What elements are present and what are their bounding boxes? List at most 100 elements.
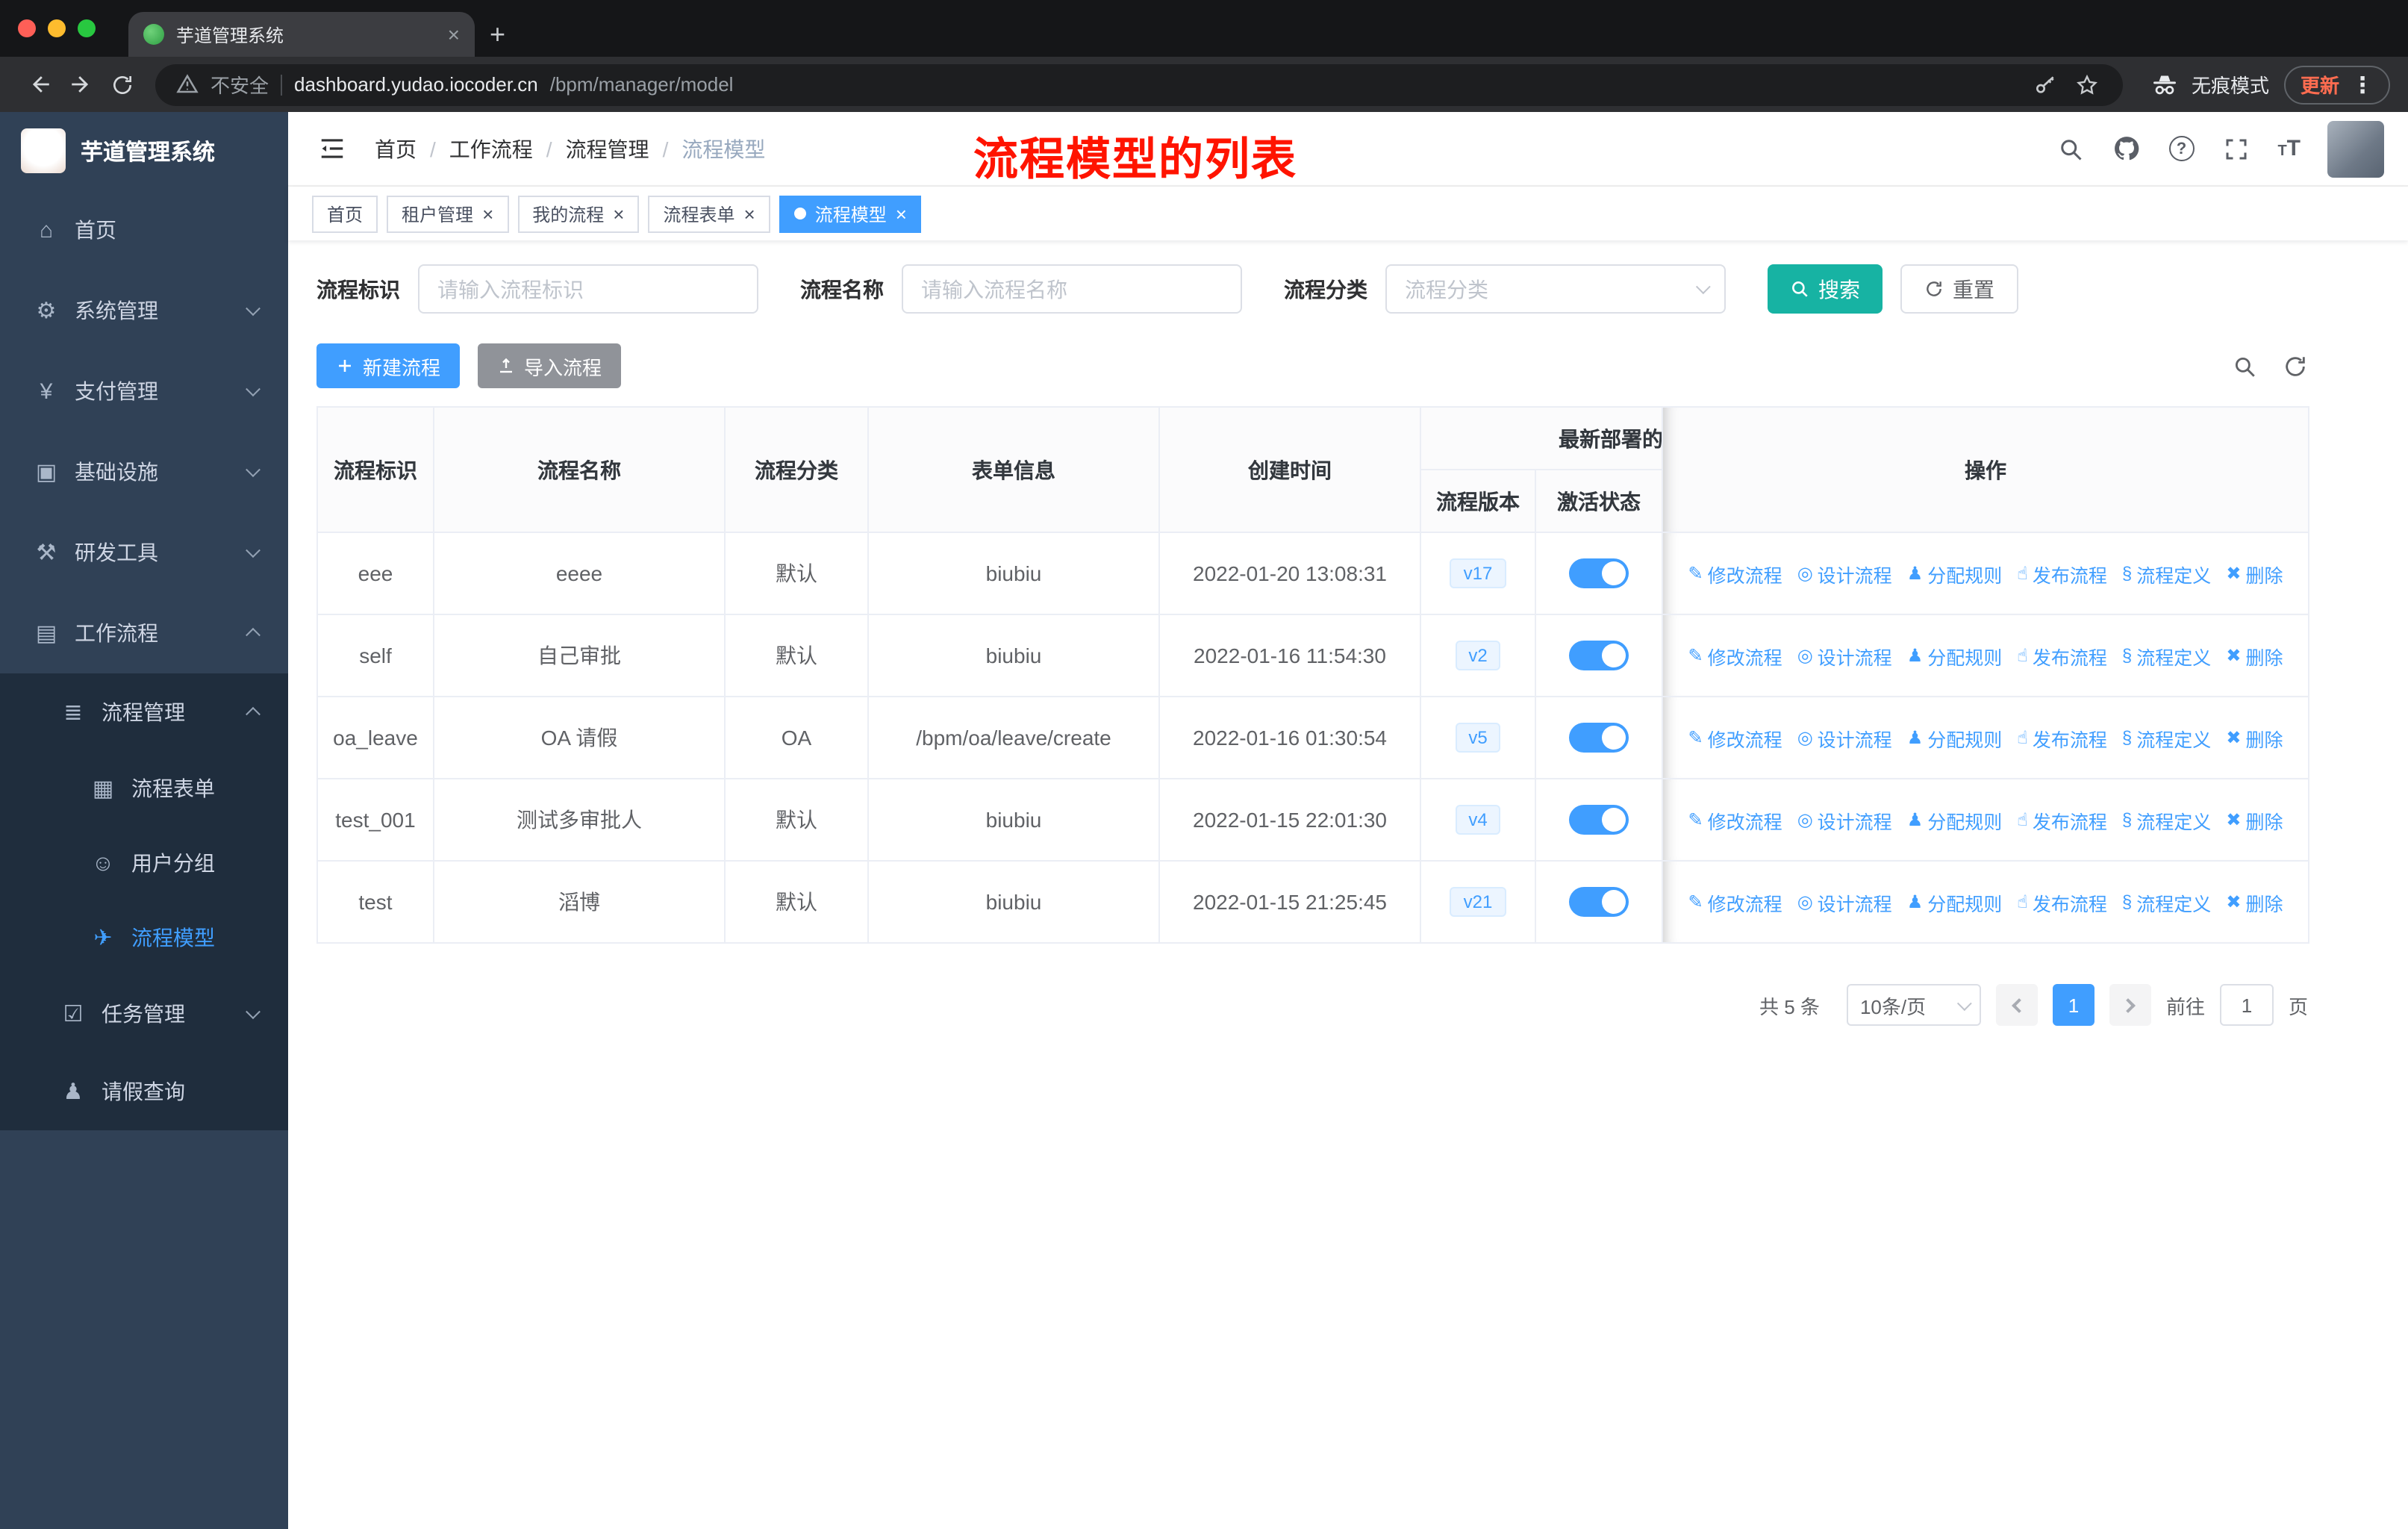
edit-process-link[interactable]: ✎ 修改流程 xyxy=(1688,641,1782,670)
font-size-icon[interactable]: TT xyxy=(2277,137,2301,160)
bookmark-star-icon[interactable] xyxy=(2072,69,2102,99)
toolbar-refresh-icon-button[interactable] xyxy=(2281,352,2308,379)
status-toggle[interactable] xyxy=(1569,887,1629,917)
status-toggle[interactable] xyxy=(1569,641,1629,670)
process-name-input[interactable] xyxy=(902,264,1242,314)
publish-process-link[interactable]: ☝ 发布流程 xyxy=(2017,806,2107,834)
breadcrumb-item[interactable]: 首页 xyxy=(375,134,417,164)
sidebar-item-process-management[interactable]: ≣ 流程管理 xyxy=(0,673,288,751)
sidebar-item-home[interactable]: ⌂ 首页 xyxy=(0,190,288,270)
search-button[interactable]: 搜索 xyxy=(1768,264,1883,314)
forward-button[interactable] xyxy=(60,63,102,105)
user-avatar[interactable] xyxy=(2327,120,2384,177)
update-chip[interactable]: 更新 ⋮ xyxy=(2283,65,2390,104)
process-name-link[interactable]: 测试多审批人 xyxy=(433,778,726,862)
delete-link[interactable]: ✖ 删除 xyxy=(2226,723,2283,752)
tag-close-icon[interactable]: × xyxy=(744,204,755,223)
browser-menu-kebab-icon[interactable]: ⋮ xyxy=(2351,71,2374,98)
edit-process-link[interactable]: ✎ 修改流程 xyxy=(1688,723,1782,752)
goto-page-input[interactable] xyxy=(2219,984,2274,1026)
next-page-button[interactable] xyxy=(2109,984,2151,1026)
fullscreen-icon[interactable] xyxy=(2221,134,2251,164)
browser-tab[interactable]: 芋道管理系统 × xyxy=(128,12,475,57)
tag-close-icon[interactable]: × xyxy=(896,204,907,223)
publish-process-link[interactable]: ☝ 发布流程 xyxy=(2017,641,2107,670)
design-process-link[interactable]: ◎ 设计流程 xyxy=(1797,559,1892,588)
form-info-link[interactable]: biubiu xyxy=(867,614,1160,697)
github-icon[interactable] xyxy=(2112,134,2142,164)
sidebar-item-process-model[interactable]: ✈ 流程模型 xyxy=(0,900,288,975)
password-key-icon[interactable] xyxy=(2030,69,2060,99)
process-key-input[interactable] xyxy=(418,264,758,314)
design-process-link[interactable]: ◎ 设计流程 xyxy=(1797,806,1892,834)
sidebar-item-workflow[interactable]: ▤ 工作流程 xyxy=(0,593,288,673)
sidebar-item-infrastructure[interactable]: ▣ 基础设施 xyxy=(0,432,288,512)
status-toggle[interactable] xyxy=(1569,558,1629,588)
edit-process-link[interactable]: ✎ 修改流程 xyxy=(1688,806,1782,834)
address-bar[interactable]: 不安全 dashboard.yudao.iocoder.cn/bpm/manag… xyxy=(155,63,2123,105)
tag-item[interactable]: 我的流程 × xyxy=(517,195,640,232)
delete-link[interactable]: ✖ 删除 xyxy=(2226,888,2283,916)
design-process-link[interactable]: ◎ 设计流程 xyxy=(1797,888,1892,916)
assign-rule-link[interactable]: ♟ 分配规则 xyxy=(1907,641,2003,670)
new-tab-button[interactable]: + xyxy=(475,12,520,57)
tag-item[interactable]: 流程模型 × xyxy=(779,195,922,232)
process-name-link[interactable]: eeee xyxy=(433,532,726,615)
process-definition-link[interactable]: § 流程定义 xyxy=(2122,723,2211,752)
form-info-link[interactable]: /bpm/oa/leave/create xyxy=(867,696,1160,779)
sidebar-fold-icon[interactable] xyxy=(312,129,351,168)
design-process-link[interactable]: ◎ 设计流程 xyxy=(1797,641,1892,670)
process-name-link[interactable]: OA 请假 xyxy=(433,696,726,779)
page-1-button[interactable]: 1 xyxy=(2052,984,2094,1026)
sidebar-item-process-form[interactable]: ▦ 流程表单 xyxy=(0,751,288,826)
close-window-button[interactable] xyxy=(18,19,36,37)
maximize-window-button[interactable] xyxy=(78,19,96,37)
tag-close-icon[interactable]: × xyxy=(613,204,624,223)
publish-process-link[interactable]: ☝ 发布流程 xyxy=(2017,723,2107,752)
prev-page-button[interactable] xyxy=(1995,984,2038,1026)
sidebar-logo[interactable]: 芋道管理系统 xyxy=(0,112,288,190)
breadcrumb-item[interactable]: 工作流程 xyxy=(417,134,533,164)
help-icon[interactable]: ? xyxy=(2168,136,2195,161)
minimize-window-button[interactable] xyxy=(48,19,66,37)
process-name-link[interactable]: 自己审批 xyxy=(433,614,726,697)
reset-button[interactable]: 重置 xyxy=(1900,264,2018,314)
sidebar-item-payment-management[interactable]: ¥ 支付管理 xyxy=(0,351,288,432)
tag-item[interactable]: 首页 × xyxy=(312,195,378,232)
page-size-select[interactable]: 10条/页 xyxy=(1846,984,1981,1026)
assign-rule-link[interactable]: ♟ 分配规则 xyxy=(1907,806,2003,834)
assign-rule-link[interactable]: ♟ 分配规则 xyxy=(1907,559,2003,588)
assign-rule-link[interactable]: ♟ 分配规则 xyxy=(1907,723,2003,752)
edit-process-link[interactable]: ✎ 修改流程 xyxy=(1688,888,1782,916)
import-process-button[interactable]: 导入流程 xyxy=(478,343,622,388)
process-definition-link[interactable]: § 流程定义 xyxy=(2122,641,2211,670)
status-toggle[interactable] xyxy=(1569,805,1629,835)
sidebar-item-dev-tools[interactable]: ⚒ 研发工具 xyxy=(0,512,288,593)
tag-close-icon[interactable]: × xyxy=(482,204,493,223)
form-info-link[interactable]: biubiu xyxy=(867,778,1160,862)
tag-item[interactable]: 租户管理 × xyxy=(387,195,509,232)
breadcrumb-item[interactable]: 流程模型 xyxy=(649,134,765,164)
delete-link[interactable]: ✖ 删除 xyxy=(2226,559,2283,588)
publish-process-link[interactable]: ☝ 发布流程 xyxy=(2017,888,2107,916)
publish-process-link[interactable]: ☝ 发布流程 xyxy=(2017,559,2107,588)
back-button[interactable] xyxy=(18,63,60,105)
toolbar-search-icon-button[interactable] xyxy=(2230,352,2257,379)
process-definition-link[interactable]: § 流程定义 xyxy=(2122,806,2211,834)
form-info-link[interactable]: biubiu xyxy=(867,532,1160,615)
search-icon[interactable] xyxy=(2055,134,2085,164)
category-select[interactable]: 流程分类 xyxy=(1385,264,1726,314)
process-name-link[interactable]: 滔博 xyxy=(433,860,726,944)
assign-rule-link[interactable]: ♟ 分配规则 xyxy=(1907,888,2003,916)
delete-link[interactable]: ✖ 删除 xyxy=(2226,641,2283,670)
process-definition-link[interactable]: § 流程定义 xyxy=(2122,559,2211,588)
breadcrumb-item[interactable]: 流程管理 xyxy=(533,134,649,164)
sidebar-item-user-group[interactable]: ☺ 用户分组 xyxy=(0,826,288,900)
form-info-link[interactable]: biubiu xyxy=(867,860,1160,944)
sidebar-item-task-management[interactable]: ☑ 任务管理 xyxy=(0,975,288,1053)
design-process-link[interactable]: ◎ 设计流程 xyxy=(1797,723,1892,752)
create-process-button[interactable]: 新建流程 xyxy=(316,343,461,388)
reload-button[interactable] xyxy=(102,63,143,105)
process-definition-link[interactable]: § 流程定义 xyxy=(2122,888,2211,916)
security-warning-icon[interactable] xyxy=(176,73,199,96)
